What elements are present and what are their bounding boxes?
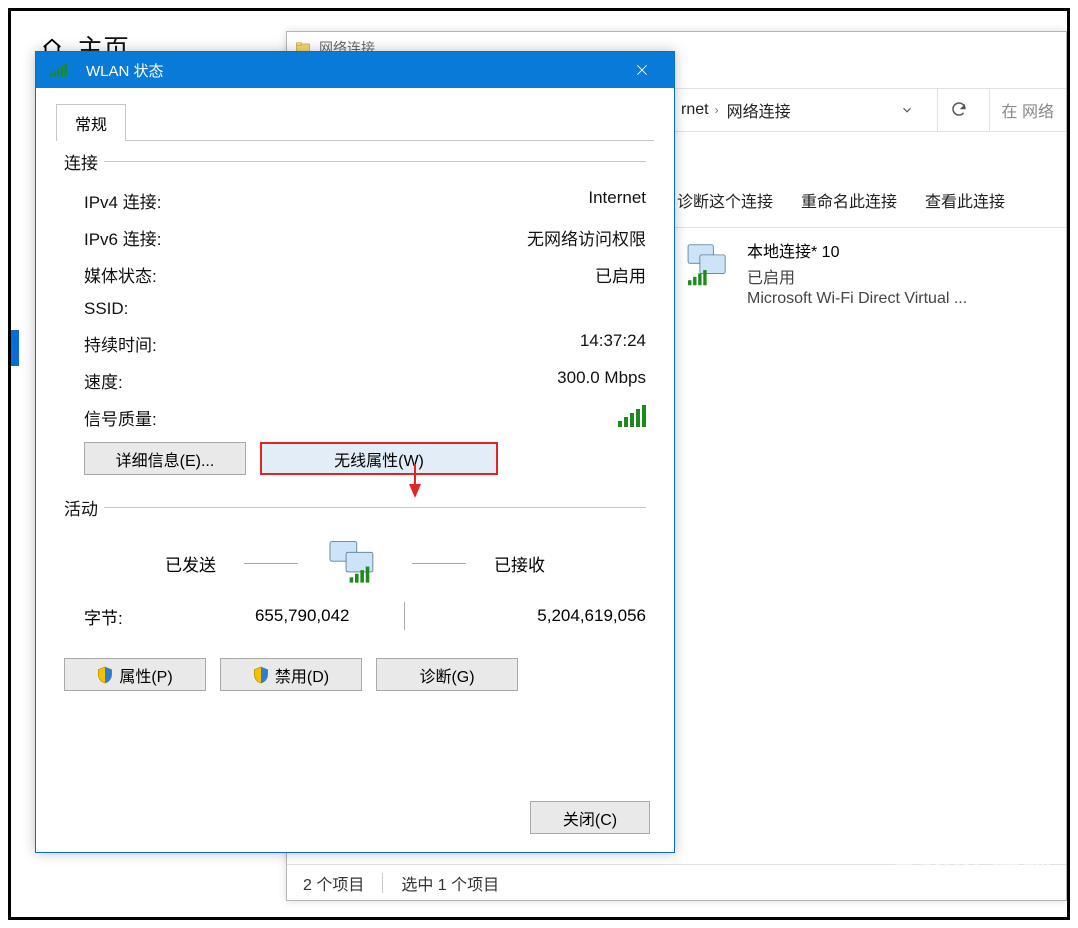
- speed-value: 300.0 Mbps: [557, 368, 646, 393]
- arrow-down-icon: [409, 484, 421, 498]
- breadcrumb-current[interactable]: 网络连接: [727, 98, 791, 122]
- refresh-icon: [950, 101, 968, 119]
- dialog-title: WLAN 状态: [86, 60, 164, 81]
- dialog-footer: 关闭(C): [530, 801, 650, 834]
- media-state-label: 媒体状态:: [84, 262, 157, 287]
- close-button[interactable]: [620, 52, 664, 88]
- bytes-received: 5,204,619,056: [459, 606, 647, 626]
- status-bar: 2 个项目 选中 1 个项目: [287, 864, 1066, 900]
- status-divider: [382, 873, 383, 893]
- activity-diagram: 已发送 已接收: [64, 538, 646, 588]
- diagnose-button[interactable]: 诊断(G): [376, 658, 518, 691]
- received-label: 已接收: [494, 551, 545, 576]
- network-items: 本地连接* 10 已启用 Microsoft Wi-Fi Direct Virt…: [683, 238, 1003, 308]
- wlan-status-dialog: WLAN 状态 常规 连接 IPv4 连接: Internet IPv6 连接: 无…: [35, 51, 675, 853]
- signal-quality-icon: [618, 405, 646, 427]
- group-connection-legend: 连接: [64, 149, 104, 174]
- settings-selection-indicator: [11, 330, 19, 366]
- dialog-body: 连接 IPv4 连接: Internet IPv6 连接: 无网络访问权限 媒体状态…: [36, 141, 674, 723]
- details-button[interactable]: 详细信息(E)...: [84, 442, 246, 475]
- activity-computers-icon: [326, 538, 384, 588]
- sent-label: 已发送: [165, 551, 216, 576]
- shield-icon: [97, 666, 113, 684]
- wireless-properties-button[interactable]: 无线属性(W): [260, 442, 498, 475]
- list-item[interactable]: 本地连接* 10 已启用 Microsoft Wi-Fi Direct Virt…: [683, 238, 1003, 308]
- shield-icon: [253, 666, 269, 684]
- chevron-down-icon: [900, 103, 914, 117]
- close-icon: [635, 63, 649, 77]
- tab-general[interactable]: 常规: [56, 104, 126, 141]
- group-activity-legend: 活动: [64, 495, 104, 520]
- dialog-titlebar[interactable]: WLAN 状态: [36, 52, 674, 88]
- ipv4-label: IPv4 连接:: [84, 188, 161, 213]
- speed-label: 速度:: [84, 368, 123, 393]
- bytes-row: 字节: 655,790,042 5,204,619,056: [84, 602, 646, 630]
- cmd-rename[interactable]: 重命名此连接: [801, 188, 897, 212]
- status-item-count: 2 个项目: [303, 871, 364, 895]
- activity-dash: [244, 563, 298, 564]
- cmd-view[interactable]: 查看此连接: [925, 188, 1005, 212]
- bytes-sent: 655,790,042: [162, 606, 350, 626]
- ipv6-value: 无网络访问权限: [527, 225, 646, 250]
- search-box[interactable]: 在 网络: [989, 88, 1066, 132]
- tabstrip: 常规: [56, 104, 654, 141]
- group-activity: 活动 已发送 已接收 字节: 655,790,042 5,: [64, 495, 646, 691]
- item-status: 已启用: [747, 264, 967, 288]
- cmd-diagnose[interactable]: 诊断这个连接: [677, 188, 773, 212]
- refresh-button[interactable]: [937, 88, 981, 132]
- duration-label: 持续时间:: [84, 331, 157, 356]
- wifi-signal-icon: [50, 63, 67, 76]
- group-connection: 连接 IPv4 连接: Internet IPv6 连接: 无网络访问权限 媒体状态…: [64, 149, 646, 481]
- bytes-separator: [404, 602, 405, 630]
- disable-button[interactable]: 禁用(D): [220, 658, 362, 691]
- signal-quality-label: 信号质量:: [84, 405, 157, 432]
- address-dropdown-button[interactable]: [885, 88, 929, 132]
- chevron-right-icon: ›: [715, 103, 719, 117]
- close-dialog-button[interactable]: 关闭(C): [530, 801, 650, 834]
- ssid-label: SSID:: [84, 299, 128, 319]
- ipv6-label: IPv6 连接:: [84, 225, 161, 250]
- activity-dash: [412, 563, 466, 564]
- network-adapter-icon: [683, 238, 737, 292]
- properties-button[interactable]: 属性(P): [64, 658, 206, 691]
- annotation-arrow: [409, 464, 421, 498]
- search-placeholder: 在 网络: [1002, 98, 1054, 122]
- item-adapter: Microsoft Wi-Fi Direct Virtual ...: [747, 290, 967, 308]
- duration-value: 14:37:24: [580, 331, 646, 356]
- media-state-value: 已启用: [595, 262, 646, 287]
- status-selected: 选中 1 个项目: [401, 871, 499, 895]
- bytes-label: 字节:: [84, 604, 162, 629]
- item-name: 本地连接* 10: [747, 238, 967, 262]
- breadcrumb-parent[interactable]: rnet›: [681, 101, 719, 119]
- ipv4-value: Internet: [588, 188, 646, 213]
